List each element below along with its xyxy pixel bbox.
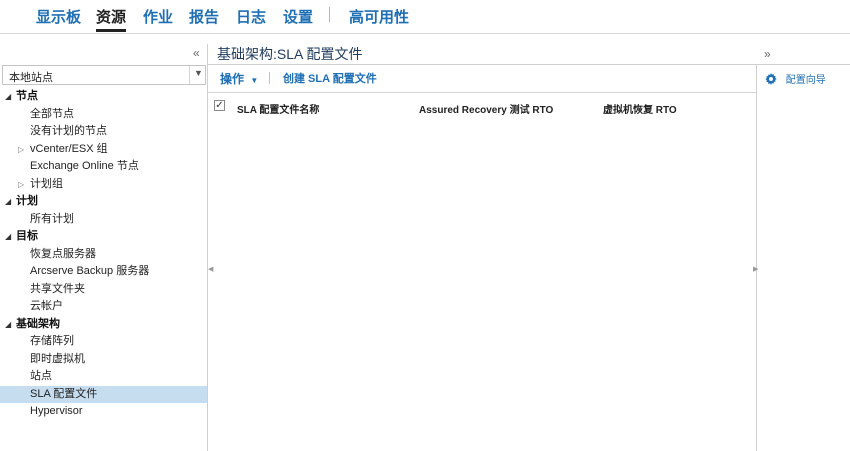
- resource-tree: ◢ 节点 全部节点 没有计划的节点 ▷ vCenter/ESX 组 Exchan…: [0, 88, 207, 421]
- tree-item-hypervisor[interactable]: Hypervisor: [0, 403, 207, 421]
- top-navigation: 显示板 资源 作业 报告 日志 设置 高可用性: [0, 0, 850, 34]
- tree-item-unplanned-nodes[interactable]: 没有计划的节点: [0, 123, 207, 141]
- config-wizard-label: 配置向导: [785, 75, 826, 86]
- actions-menu-label: 操作: [220, 72, 245, 86]
- tree-section-targets[interactable]: ◢ 目标: [0, 228, 207, 246]
- tree-item-recovery-point-server[interactable]: 恢复点服务器: [0, 246, 207, 264]
- main-content: 操作 ▼ 创建 SLA 配置文件 ✓ SLA 配置文件名称 Assured Re…: [208, 64, 757, 451]
- grid-header: ✓ SLA 配置文件名称 Assured Recovery 测试 RTO 虚拟机…: [208, 99, 757, 116]
- nav-high-availability[interactable]: 高可用性: [349, 6, 409, 27]
- left-splitter-handle[interactable]: ◀: [208, 265, 213, 281]
- gear-icon: [765, 73, 777, 85]
- tree-item-all-nodes[interactable]: 全部节点: [0, 106, 207, 124]
- collapse-right-icon[interactable]: »: [764, 47, 771, 61]
- collapsed-arrow-icon[interactable]: ▷: [18, 141, 24, 159]
- column-header-sla-name[interactable]: SLA 配置文件名称: [237, 101, 319, 116]
- tree-item-instant-vm[interactable]: 即时虚拟机: [0, 351, 207, 369]
- tree-item-vcenter-group[interactable]: ▷ vCenter/ESX 组: [0, 141, 207, 159]
- tree-item-shared-folder[interactable]: 共享文件夹: [0, 281, 207, 299]
- site-select[interactable]: 本地站点 ▼: [2, 65, 206, 85]
- tree-item-all-plans[interactable]: 所有计划: [0, 211, 207, 229]
- tree-item-arcserve-backup[interactable]: Arcserve Backup 服务器: [0, 263, 207, 281]
- right-panel: ▶ 配置向导: [753, 64, 850, 451]
- actions-menu-button[interactable]: 操作 ▼: [220, 70, 258, 87]
- create-sla-profile-button[interactable]: 创建 SLA 配置文件: [283, 70, 377, 86]
- expand-arrow-icon[interactable]: ◢: [5, 316, 11, 334]
- column-header-vm-recovery-rto[interactable]: 虚拟机恢复 RTO: [603, 101, 677, 116]
- tree-item-exchange-online[interactable]: Exchange Online 节点: [0, 158, 207, 176]
- caret-down-icon: ▼: [250, 76, 259, 85]
- column-header-assured-recovery-rto[interactable]: Assured Recovery 测试 RTO: [419, 101, 553, 116]
- nav-jobs[interactable]: 作业: [143, 6, 173, 27]
- collapsed-arrow-icon[interactable]: ▷: [18, 176, 24, 194]
- collapse-left-icon[interactable]: «: [193, 46, 200, 60]
- nav-active-indicator: [96, 29, 126, 32]
- tree-section-infrastructure[interactable]: ◢ 基础架构: [0, 316, 207, 334]
- nav-settings[interactable]: 设置: [283, 6, 313, 27]
- site-select-value: 本地站点: [9, 72, 53, 84]
- nav-dashboard[interactable]: 显示板: [36, 6, 81, 27]
- toolbar-divider: [269, 72, 270, 84]
- nav-resources[interactable]: 资源: [96, 6, 126, 27]
- expand-arrow-icon[interactable]: ◢: [5, 88, 11, 106]
- tree-section-plans[interactable]: ◢ 计划: [0, 193, 207, 211]
- nav-reports[interactable]: 报告: [189, 6, 219, 27]
- tree-section-nodes[interactable]: ◢ 节点: [0, 88, 207, 106]
- tree-item-sites[interactable]: 站点: [0, 368, 207, 386]
- page-title: 基础架构:SLA 配置文件: [217, 46, 363, 62]
- nav-logs[interactable]: 日志: [236, 6, 266, 27]
- left-panel: « 本地站点 ▼ ◢ 节点 全部节点 没有计划的节点 ▷ vCenter/ESX…: [0, 44, 208, 451]
- tree-item-plan-group[interactable]: ▷ 计划组: [0, 176, 207, 194]
- expand-arrow-icon[interactable]: ◢: [5, 193, 11, 211]
- config-wizard-link[interactable]: 配置向导: [765, 71, 826, 86]
- toolbar: 操作 ▼ 创建 SLA 配置文件: [208, 65, 757, 93]
- tree-item-cloud-account[interactable]: 云帐户: [0, 298, 207, 316]
- tree-item-sla-profile[interactable]: SLA 配置文件: [0, 385, 207, 403]
- tree-item-storage-array[interactable]: 存储阵列: [0, 333, 207, 351]
- expand-arrow-icon[interactable]: ◢: [5, 228, 11, 246]
- select-all-checkbox[interactable]: ✓: [214, 100, 225, 111]
- nav-divider: [329, 7, 330, 22]
- site-select-dropdown-button[interactable]: ▼: [189, 66, 205, 84]
- chevron-down-icon: ▼: [194, 68, 203, 78]
- right-splitter-handle[interactable]: ▶: [753, 265, 758, 273]
